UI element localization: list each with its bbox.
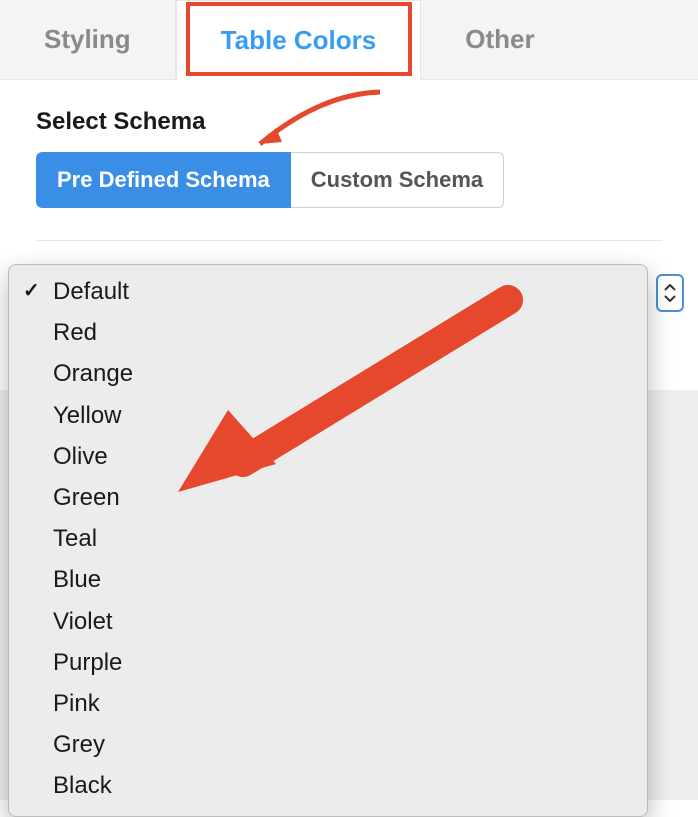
option-label: Olive: [53, 438, 108, 475]
option-label: Default: [53, 273, 129, 310]
tab-label: Table Colors: [221, 25, 377, 56]
chevron-down-icon: [664, 294, 676, 302]
option-label: Pink: [53, 685, 100, 722]
dropdown-option-green[interactable]: Green: [9, 477, 647, 518]
option-label: Violet: [53, 603, 113, 640]
dropdown-option-teal[interactable]: Teal: [9, 518, 647, 559]
tab-content: Select Schema Pre Defined Schema Custom …: [0, 80, 698, 241]
schema-button-group: Pre Defined Schema Custom Schema: [36, 152, 504, 208]
tab-other[interactable]: Other: [421, 0, 578, 79]
dropdown-option-grey[interactable]: Grey: [9, 724, 647, 765]
schema-select[interactable]: [656, 274, 684, 312]
dropdown-option-black[interactable]: Black: [9, 765, 647, 806]
tab-table-colors[interactable]: Table Colors: [176, 0, 422, 80]
predefined-schema-button[interactable]: Pre Defined Schema: [36, 152, 291, 208]
button-label: Custom Schema: [311, 167, 483, 192]
option-label: Orange: [53, 355, 133, 392]
schema-dropdown: ✓ Default Red Orange Yellow Olive Green …: [8, 264, 648, 817]
option-label: Red: [53, 314, 97, 351]
section-label-select-schema: Select Schema: [36, 108, 662, 136]
tabs-bar: Styling Table Colors Other: [0, 0, 698, 80]
dropdown-option-purple[interactable]: Purple: [9, 642, 647, 683]
chevron-up-icon: [664, 284, 676, 292]
tab-styling[interactable]: Styling: [0, 0, 176, 79]
button-label: Pre Defined Schema: [57, 167, 270, 192]
dropdown-option-pink[interactable]: Pink: [9, 683, 647, 724]
dropdown-option-orange[interactable]: Orange: [9, 353, 647, 394]
option-label: Grey: [53, 726, 105, 763]
tab-label: Styling: [44, 24, 131, 55]
divider: [36, 240, 662, 241]
dropdown-option-blue[interactable]: Blue: [9, 559, 647, 600]
check-icon: ✓: [23, 276, 53, 307]
option-label: Teal: [53, 520, 97, 557]
tab-label: Other: [465, 24, 534, 55]
option-label: Yellow: [53, 397, 122, 434]
dropdown-option-yellow[interactable]: Yellow: [9, 395, 647, 436]
option-label: Blue: [53, 561, 101, 598]
dropdown-option-red[interactable]: Red: [9, 312, 647, 353]
dropdown-option-default[interactable]: ✓ Default: [9, 271, 647, 312]
custom-schema-button[interactable]: Custom Schema: [291, 152, 504, 208]
dropdown-option-olive[interactable]: Olive: [9, 436, 647, 477]
option-label: Black: [53, 767, 112, 804]
dropdown-option-violet[interactable]: Violet: [9, 601, 647, 642]
option-label: Green: [53, 479, 120, 516]
option-label: Purple: [53, 644, 122, 681]
